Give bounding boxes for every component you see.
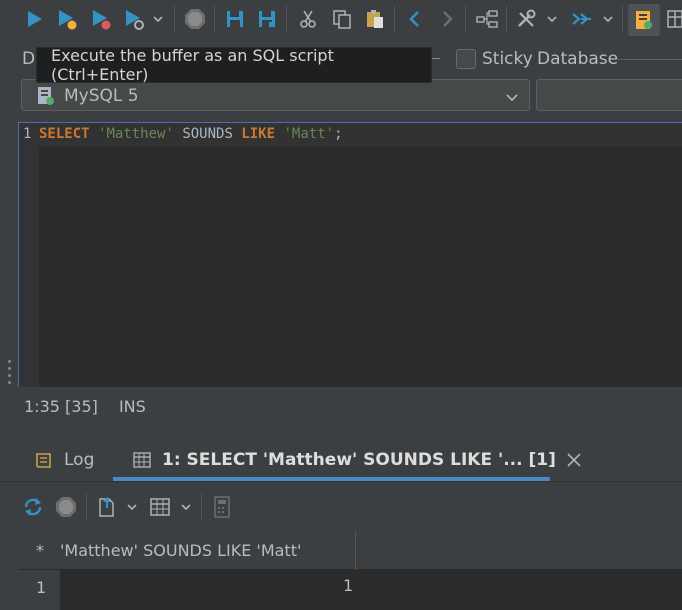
keyword-select: SELECT <box>39 126 90 142</box>
result-grid[interactable]: * 'Matthew' SOUNDS LIKE 'Matt' 1 1 <box>18 530 682 610</box>
string-literal: 'Matt' <box>283 126 335 142</box>
back-icon[interactable] <box>404 8 426 30</box>
database-label: Database <box>537 49 619 69</box>
sticky-checkbox[interactable] <box>456 49 476 69</box>
calculator-icon[interactable] <box>211 496 233 518</box>
cell-value[interactable]: 1 <box>343 576 353 595</box>
execute-icon[interactable] <box>23 8 45 30</box>
save-as-icon[interactable] <box>256 8 278 30</box>
chevron-down-icon[interactable] <box>178 496 194 518</box>
tab-log[interactable]: Log <box>34 440 94 480</box>
semicolon: ; <box>334 126 343 142</box>
table-icon <box>132 450 152 470</box>
stop-icon[interactable] <box>55 496 77 518</box>
tab-label: Log <box>64 450 95 470</box>
forward-icon[interactable] <box>436 8 458 30</box>
database-icon <box>36 86 56 110</box>
table-view-icon[interactable] <box>149 496 171 518</box>
operator-sounds: SOUNDS <box>182 126 233 142</box>
execute-script-icon[interactable] <box>90 8 112 30</box>
chevron-down-icon[interactable] <box>544 8 560 30</box>
layout-icon[interactable] <box>664 8 682 30</box>
line-number: 1 <box>23 126 32 142</box>
log-icon <box>34 450 54 470</box>
cursor-position: 1:35 [35] <box>24 397 98 416</box>
row-number[interactable]: 1 <box>36 578 46 597</box>
toolbar-separator <box>622 6 623 32</box>
execute-selection-icon[interactable] <box>56 8 78 30</box>
toolbar-separator <box>174 6 175 32</box>
export-icon[interactable] <box>96 496 118 518</box>
toolbar-separator <box>286 6 287 32</box>
sql-editor[interactable]: 1 SELECT 'Matthew' SOUNDS LIKE 'Matt'; <box>18 122 682 387</box>
close-icon[interactable] <box>566 452 582 468</box>
result-toolbar <box>0 484 682 528</box>
save-icon[interactable] <box>224 8 246 30</box>
string-literal: 'Matthew' <box>98 126 174 142</box>
code-line[interactable]: SELECT 'Matthew' SOUNDS LIKE 'Matt'; <box>39 126 343 142</box>
diagram-icon[interactable] <box>476 8 498 30</box>
copy-icon[interactable] <box>331 8 353 30</box>
explain-plan-icon[interactable] <box>123 8 145 30</box>
paste-icon[interactable] <box>364 8 386 30</box>
toolbar-separator <box>86 494 87 520</box>
grid-header: * 'Matthew' SOUNDS LIKE 'Matt' <box>18 530 682 570</box>
result-tabs: Log 1: SELECT 'Matthew' SOUNDS LIKE '...… <box>0 440 682 482</box>
editor-gutter <box>19 123 39 387</box>
sticky-label: Sticky <box>482 49 533 69</box>
toolbar-separator <box>465 6 466 32</box>
column-header[interactable]: 'Matthew' SOUNDS LIKE 'Matt' <box>60 530 356 570</box>
toolbar-separator <box>201 494 202 520</box>
database-select[interactable] <box>536 79 682 111</box>
tab-result-1[interactable]: 1: SELECT 'Matthew' SOUNDS LIKE '... [1] <box>132 440 582 480</box>
main-toolbar <box>0 0 682 40</box>
editor-status: 1:35 [35] INS <box>24 397 162 416</box>
label-divider <box>432 58 440 59</box>
header-marker: * <box>36 540 44 560</box>
active-tab-indicator <box>113 477 550 481</box>
toolbar-separator <box>506 6 507 32</box>
chevron-down-icon <box>505 89 519 108</box>
chevron-down-icon[interactable] <box>150 8 166 30</box>
insert-mode: INS <box>118 397 146 416</box>
execute-tooltip: Execute the buffer as an SQL script (Ctr… <box>36 46 432 84</box>
stop-icon[interactable] <box>184 8 206 30</box>
keyword-like: LIKE <box>241 126 276 142</box>
splitter-handle[interactable] <box>8 360 12 384</box>
dialect-value: MySQL 5 <box>64 86 139 106</box>
tools-icon[interactable] <box>515 8 537 30</box>
toolbar-separator <box>394 6 395 32</box>
datasource-label: D <box>22 49 36 69</box>
sql-pinned-icon[interactable] <box>633 9 655 31</box>
database-divider <box>616 59 682 60</box>
chevron-down-icon[interactable] <box>600 8 616 30</box>
transfer-icon[interactable] <box>571 8 593 30</box>
chevron-down-icon[interactable] <box>124 496 140 518</box>
cut-icon[interactable] <box>297 8 319 30</box>
toolbar-separator <box>214 6 215 32</box>
tab-label: 1: SELECT 'Matthew' SOUNDS LIKE '... [1] <box>162 450 556 470</box>
refresh-icon[interactable] <box>22 496 44 518</box>
